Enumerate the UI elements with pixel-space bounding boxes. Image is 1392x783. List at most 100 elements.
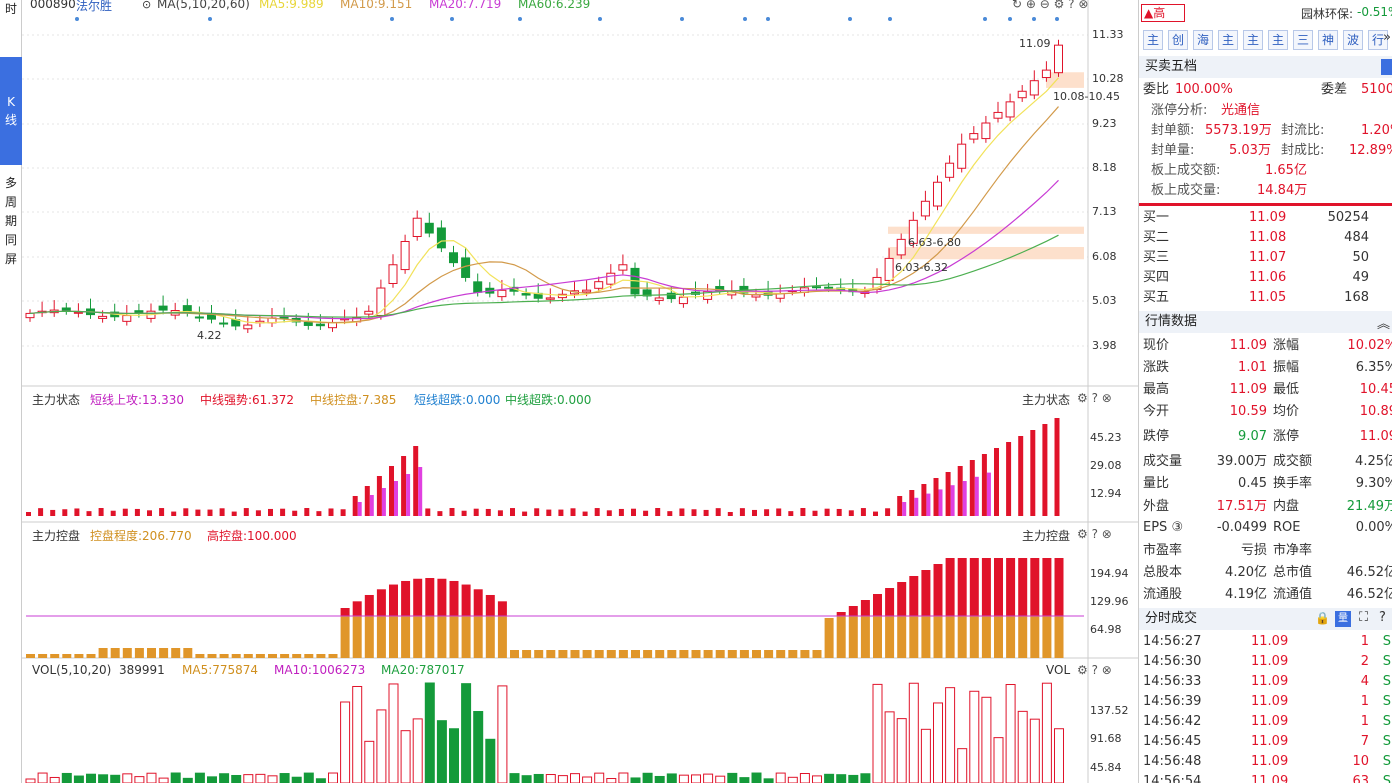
collapse-icon[interactable]: ︽ — [1377, 313, 1390, 332]
kline-tab[interactable]: K线 — [0, 57, 22, 165]
panel3-tool-icons[interactable]: ⚙ ? ⊗ — [1077, 663, 1112, 677]
multi-label-3: 期 — [4, 214, 17, 228]
quote-value: 6.35% — [1355, 360, 1392, 375]
state-bar — [752, 509, 757, 516]
control-bar — [134, 648, 144, 658]
volume-bar — [933, 702, 943, 783]
ma-label[interactable]: MA(5,10,20,60) — [157, 0, 250, 11]
weibi-label: 委比 — [1143, 82, 1170, 97]
expand-icon[interactable]: ⛶ — [1359, 610, 1368, 625]
stock-name[interactable]: 法尔胜 — [76, 0, 112, 14]
candle-body — [400, 240, 410, 271]
quote-label: ROE — [1273, 520, 1301, 535]
state-bar — [957, 466, 963, 516]
lock-icon[interactable]: 🔒 — [1315, 611, 1330, 625]
sidebar-tab[interactable]: 波 — [1343, 30, 1363, 50]
buy-level-row[interactable]: 买一 11.09 50254 — [1139, 208, 1392, 228]
ma60-value: MA60:6.239 — [518, 0, 591, 11]
fcb-value: 12.89% — [1349, 143, 1392, 158]
tick-time: 14:56:54 — [1143, 774, 1202, 783]
volume-bar — [376, 709, 387, 783]
candle-body — [122, 315, 132, 322]
quote-label: 总市值 — [1273, 565, 1313, 580]
volume-bar — [836, 774, 847, 783]
tick-volume: 4 — [1360, 674, 1369, 689]
buy-level-row[interactable]: 买二 11.08 484 — [1139, 228, 1392, 248]
volume-toggle-icon[interactable]: 量 — [1335, 611, 1351, 627]
chevron-down-icon[interactable]: » — [1383, 30, 1391, 45]
candle-body — [449, 252, 458, 264]
control-bar — [437, 578, 447, 616]
sidebar-tab[interactable]: 海 — [1193, 30, 1213, 50]
tick-price: 11.09 — [1251, 774, 1289, 783]
panel1-tool-icons[interactable]: ⚙ ? ⊗ — [1077, 391, 1112, 405]
volume-bar — [219, 773, 230, 783]
state-bar — [401, 456, 407, 516]
candle-body — [606, 272, 616, 285]
chart-tool-icons[interactable]: ↻ ⊕ ⊖ ⚙ ? ⊗ — [1012, 0, 1088, 11]
volume-bar — [799, 773, 810, 783]
state-bar — [418, 467, 423, 516]
control-bar — [873, 594, 882, 616]
price-axis-label: 6.08 — [1092, 250, 1117, 263]
candle-body — [497, 289, 507, 298]
quote-row: EPS ③ -0.0499 ROE 0.00% — [1139, 518, 1392, 538]
buy-level-row[interactable]: 买三 11.07 50 — [1139, 248, 1392, 268]
buy-level-row[interactable]: 买五 11.05 168 — [1139, 288, 1392, 308]
sidebar-tab[interactable]: 主 — [1268, 30, 1288, 50]
buy-level-volume: 50254 — [1327, 210, 1369, 225]
state-bar — [328, 508, 334, 516]
control-bar — [413, 616, 423, 658]
panel3-axis-label: 91.68 — [1090, 732, 1122, 745]
sidebar-tab[interactable]: 主 — [1218, 30, 1238, 50]
tick-row: 14:56:42 11.09 1 S — [1139, 712, 1392, 732]
ma-dropdown-icon[interactable]: ⊙ — [142, 0, 151, 11]
control-bar — [764, 650, 774, 658]
related-stock[interactable]: 园林环保: — [1301, 5, 1353, 22]
control-bar — [933, 564, 943, 616]
control-bar — [268, 654, 277, 658]
sidebar-tab[interactable]: 主 — [1143, 30, 1163, 50]
quote-value: 1.01 — [1238, 360, 1267, 375]
timeshare-tab[interactable]: 时 — [0, 0, 22, 19]
state-bar — [425, 508, 431, 516]
signal-dot — [1008, 17, 1012, 21]
control-bar — [848, 606, 858, 616]
sidebar-tab[interactable]: 神 — [1318, 30, 1338, 50]
panel2-axis-label: 194.94 — [1090, 567, 1129, 580]
control-bar — [860, 616, 870, 658]
zt-value[interactable]: 光通信 — [1221, 101, 1260, 121]
volume-bar — [424, 682, 435, 783]
sidebar-tab[interactable]: 三 — [1293, 30, 1313, 50]
sidebar-tab[interactable]: 主 — [1243, 30, 1263, 50]
buy-level-label: 买四 — [1143, 270, 1170, 285]
weibi-row: 委比 100.00% 委差 5100 — [1139, 80, 1392, 100]
quote-label: 涨停 — [1273, 429, 1300, 444]
volume-bar — [255, 773, 266, 783]
volume-bar — [231, 774, 242, 783]
help-icon[interactable]: ? — [1379, 610, 1386, 625]
volume-bar — [1054, 728, 1064, 783]
fltb-value: 1.20% — [1361, 123, 1392, 138]
buy-level-price: 11.09 — [1249, 210, 1287, 225]
tick-side: S — [1382, 774, 1391, 783]
control-bar — [570, 650, 580, 658]
control-bar — [1006, 558, 1016, 616]
state-bar — [938, 489, 943, 516]
control-bar — [788, 650, 798, 658]
volume-bar — [207, 776, 217, 783]
volume-bar — [328, 772, 338, 783]
quote-label: 内盘 — [1273, 499, 1300, 514]
candle-body — [303, 322, 313, 326]
chart-area[interactable]: 000890 法尔胜 ⊙ MA(5,10,20,60) MA5:9.989 MA… — [22, 0, 1138, 783]
buy-level-label: 买二 — [1143, 230, 1170, 245]
panel2-tool-icons[interactable]: ⚙ ? ⊗ — [1077, 527, 1112, 541]
state-bar — [655, 508, 661, 516]
state-bar — [643, 510, 649, 516]
alert-badge[interactable]: ▲高 — [1141, 4, 1185, 22]
low-price-label: 4.22 — [197, 329, 222, 342]
control-bar — [836, 612, 846, 616]
sidebar-tab[interactable]: 创 — [1168, 30, 1188, 50]
buy-level-row[interactable]: 买四 11.06 49 — [1139, 268, 1392, 288]
level-toggle-icon[interactable] — [1381, 59, 1392, 75]
